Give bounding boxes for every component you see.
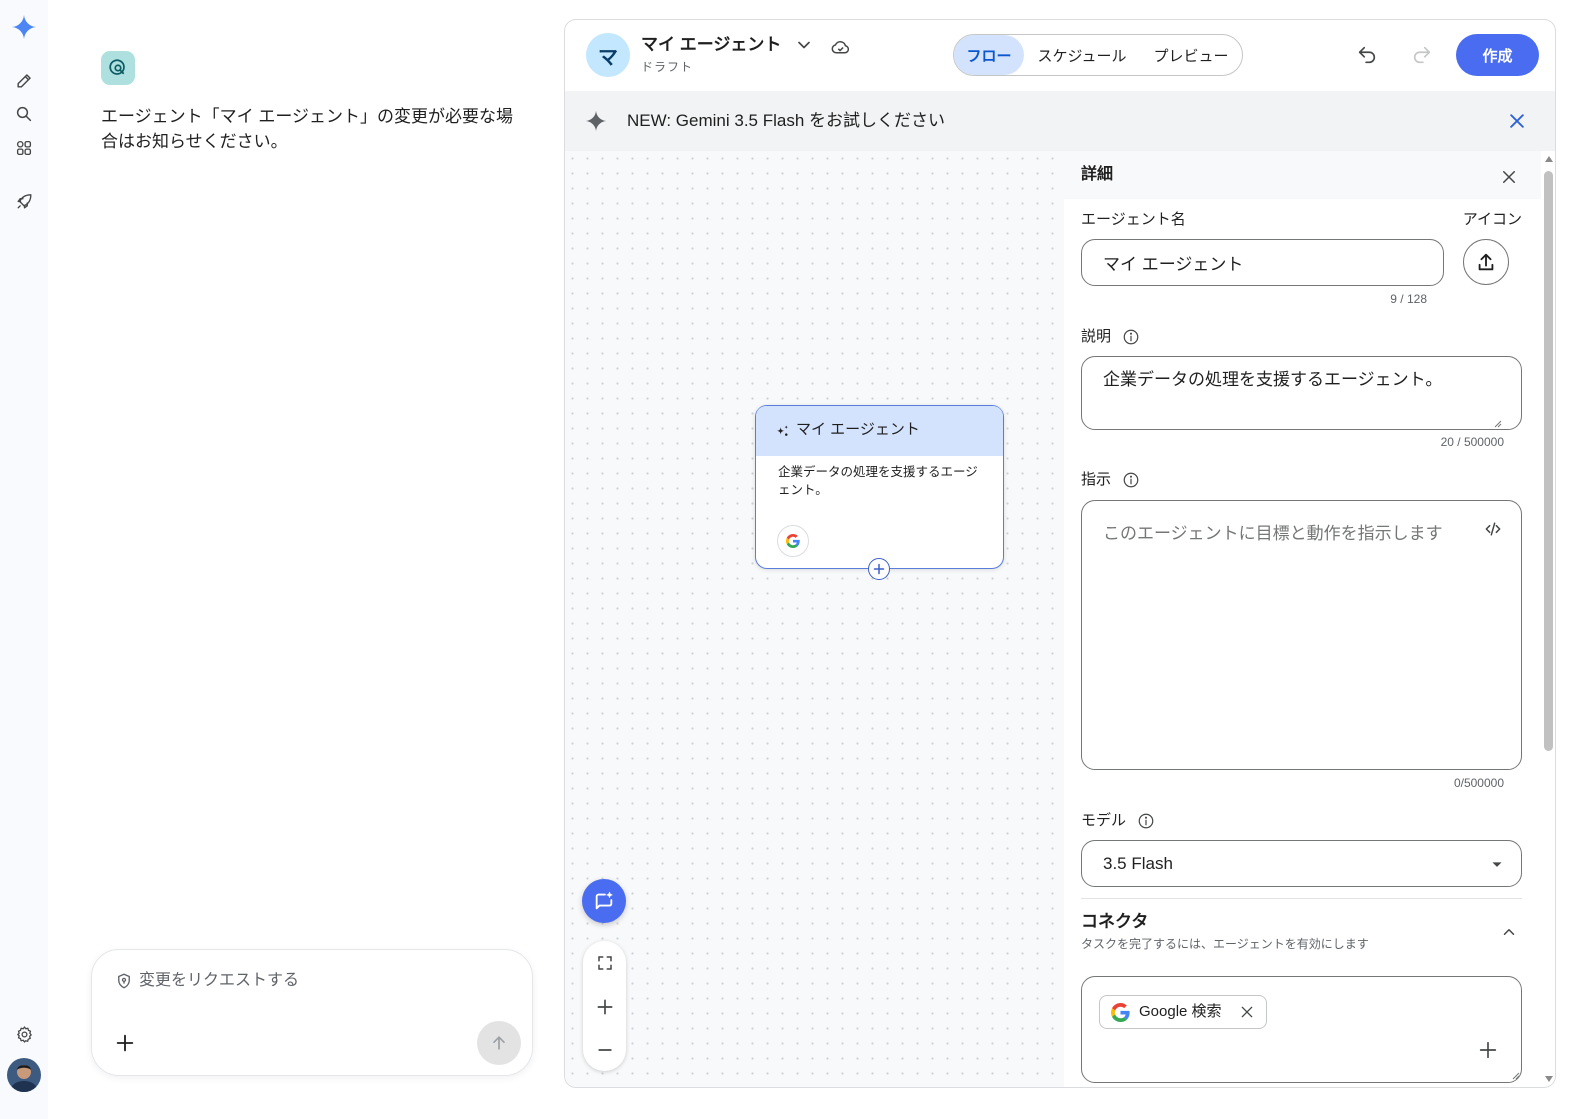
agent-badge xyxy=(101,51,135,85)
request-input-placeholder[interactable]: 変更をリクエストする xyxy=(139,970,299,992)
agent-status: ドラフト xyxy=(641,60,694,74)
section-divider xyxy=(1081,898,1522,899)
shield-icon xyxy=(115,972,133,990)
description-counter: 20 / 500000 xyxy=(1440,435,1504,449)
search-icon[interactable] xyxy=(6,96,42,132)
agent-node-title: マイ エージェント xyxy=(796,421,920,438)
agent-menu-chevron-icon[interactable] xyxy=(794,35,814,55)
model-info-icon[interactable] xyxy=(1137,812,1155,830)
redo-icon[interactable] xyxy=(1411,44,1433,66)
connectors-resize-handle[interactable] xyxy=(1510,1070,1520,1080)
cloud-save-icon xyxy=(830,37,851,58)
agent-node-description: 企業データの処理を支援するエージェント。 xyxy=(778,465,978,497)
plus-icon xyxy=(873,563,885,575)
icon-upload-button[interactable] xyxy=(1463,239,1509,285)
agent-name-label: エージェント名 xyxy=(1081,211,1186,228)
code-view-icon[interactable] xyxy=(1483,519,1503,539)
zoom-out-icon[interactable] xyxy=(593,1038,616,1061)
instructions-info-icon[interactable] xyxy=(1122,471,1140,489)
gemini-logo-icon[interactable] xyxy=(6,9,42,45)
dropdown-arrow-icon xyxy=(1487,854,1507,874)
connectors-subtitle: タスクを完了するには、エージェントを有効にします xyxy=(1081,937,1369,951)
left-rail xyxy=(0,0,48,1119)
create-button[interactable]: 作成 xyxy=(1456,34,1539,76)
canvas-zoom-controls xyxy=(583,941,626,1071)
banner-close-icon[interactable] xyxy=(1507,111,1527,131)
settings-icon[interactable] xyxy=(6,1016,42,1052)
ai-assist-button[interactable] xyxy=(582,879,626,923)
connectors-title: コネクタ xyxy=(1081,912,1149,931)
agent-name-counter: 9 / 128 xyxy=(1390,292,1427,306)
model-select-value: 3.5 Flash xyxy=(1103,854,1173,873)
tab-flow[interactable]: フロー xyxy=(954,35,1024,75)
model-select[interactable]: 3.5 Flash xyxy=(1081,840,1522,887)
apps-icon[interactable] xyxy=(6,130,42,166)
connector-chip-google-search[interactable]: Google 検索 xyxy=(1099,995,1267,1029)
upload-icon xyxy=(1478,253,1494,271)
request-composer[interactable]: 変更をリクエストする xyxy=(91,949,533,1076)
add-connector-icon[interactable] xyxy=(1477,1039,1499,1061)
google-icon xyxy=(1111,1003,1130,1022)
scrollbar-thumb[interactable] xyxy=(1544,171,1553,751)
instructions-counter: 0/500000 xyxy=(1453,776,1504,790)
agent-node[interactable]: マイ エージェント 企業データの処理を支援するエージェント。 xyxy=(755,405,1004,580)
arrow-up-icon xyxy=(493,1036,505,1050)
icon-label: アイコン xyxy=(1462,211,1522,228)
new-chat-icon[interactable] xyxy=(6,62,42,98)
google-tool-badge[interactable] xyxy=(777,525,809,557)
instructions-label: 指示 xyxy=(1081,471,1112,488)
tab-schedule[interactable]: スケジュール xyxy=(1024,35,1140,75)
description-label: 説明 xyxy=(1081,328,1112,345)
details-close-icon[interactable] xyxy=(1500,168,1518,186)
scroll-down-arrow-icon[interactable] xyxy=(1544,1075,1554,1083)
banner-text: NEW: Gemini 3.5 Flash をお試しください xyxy=(627,111,946,130)
details-title: 詳細 xyxy=(1081,166,1114,183)
model-label: モデル xyxy=(1081,812,1127,829)
connector-chip-label: Google 検索 xyxy=(1139,1003,1222,1020)
description-textarea[interactable]: 企業データの処理を支援するエージェント。 xyxy=(1081,356,1522,430)
agent-sparkle-icon xyxy=(775,424,790,439)
add-attachment-button[interactable] xyxy=(114,1032,136,1054)
flow-canvas[interactable]: マイ エージェント 企業データの処理を支援するエージェント。 xyxy=(565,151,1064,1087)
connectors-box: Google 検索 xyxy=(1081,976,1522,1083)
agent-builder-panel: マ マイ エージェント ドラフト フロー スケジュール プレビュー 作成 NEW… xyxy=(564,19,1556,1088)
agent-name-input[interactable] xyxy=(1081,239,1444,286)
rocket-icon[interactable] xyxy=(6,183,42,219)
plus-icon xyxy=(116,1034,134,1052)
agent-avatar: マ xyxy=(586,33,630,77)
agent-title: マイ エージェント xyxy=(641,35,782,54)
collapse-chevron-up-icon[interactable] xyxy=(1500,923,1518,941)
google-icon xyxy=(786,534,800,548)
send-button[interactable] xyxy=(477,1021,521,1065)
zoom-in-icon[interactable] xyxy=(593,995,616,1018)
fit-view-icon[interactable] xyxy=(593,951,616,974)
add-comment-sparkle-icon xyxy=(595,891,613,910)
instructions-textarea[interactable] xyxy=(1081,500,1522,770)
description-info-icon[interactable] xyxy=(1122,328,1140,346)
undo-icon[interactable] xyxy=(1356,44,1378,66)
assistant-message: エージェント「マイ エージェント」の変更が必要な場合はお知らせください。 xyxy=(101,107,514,151)
details-scrollbar[interactable] xyxy=(1541,151,1555,1087)
remove-connector-icon[interactable] xyxy=(1239,1004,1255,1020)
details-panel: 詳細 エージェント名 アイコン 9 / 128 説明 企業データの処理を支援する… xyxy=(1064,151,1541,1087)
tab-preview[interactable]: プレビュー xyxy=(1140,35,1242,75)
add-step-button[interactable] xyxy=(868,558,890,580)
agent-icon xyxy=(109,59,125,75)
announcement-banner: NEW: Gemini 3.5 Flash をお試しください xyxy=(565,91,1555,151)
scroll-up-arrow-icon[interactable] xyxy=(1544,155,1554,163)
description-resize-handle[interactable] xyxy=(1492,418,1502,428)
user-avatar[interactable] xyxy=(7,1058,41,1092)
view-tabs: フロー スケジュール プレビュー xyxy=(953,34,1243,76)
details-header: 詳細 xyxy=(1064,151,1541,199)
sparkle-icon xyxy=(585,110,607,132)
